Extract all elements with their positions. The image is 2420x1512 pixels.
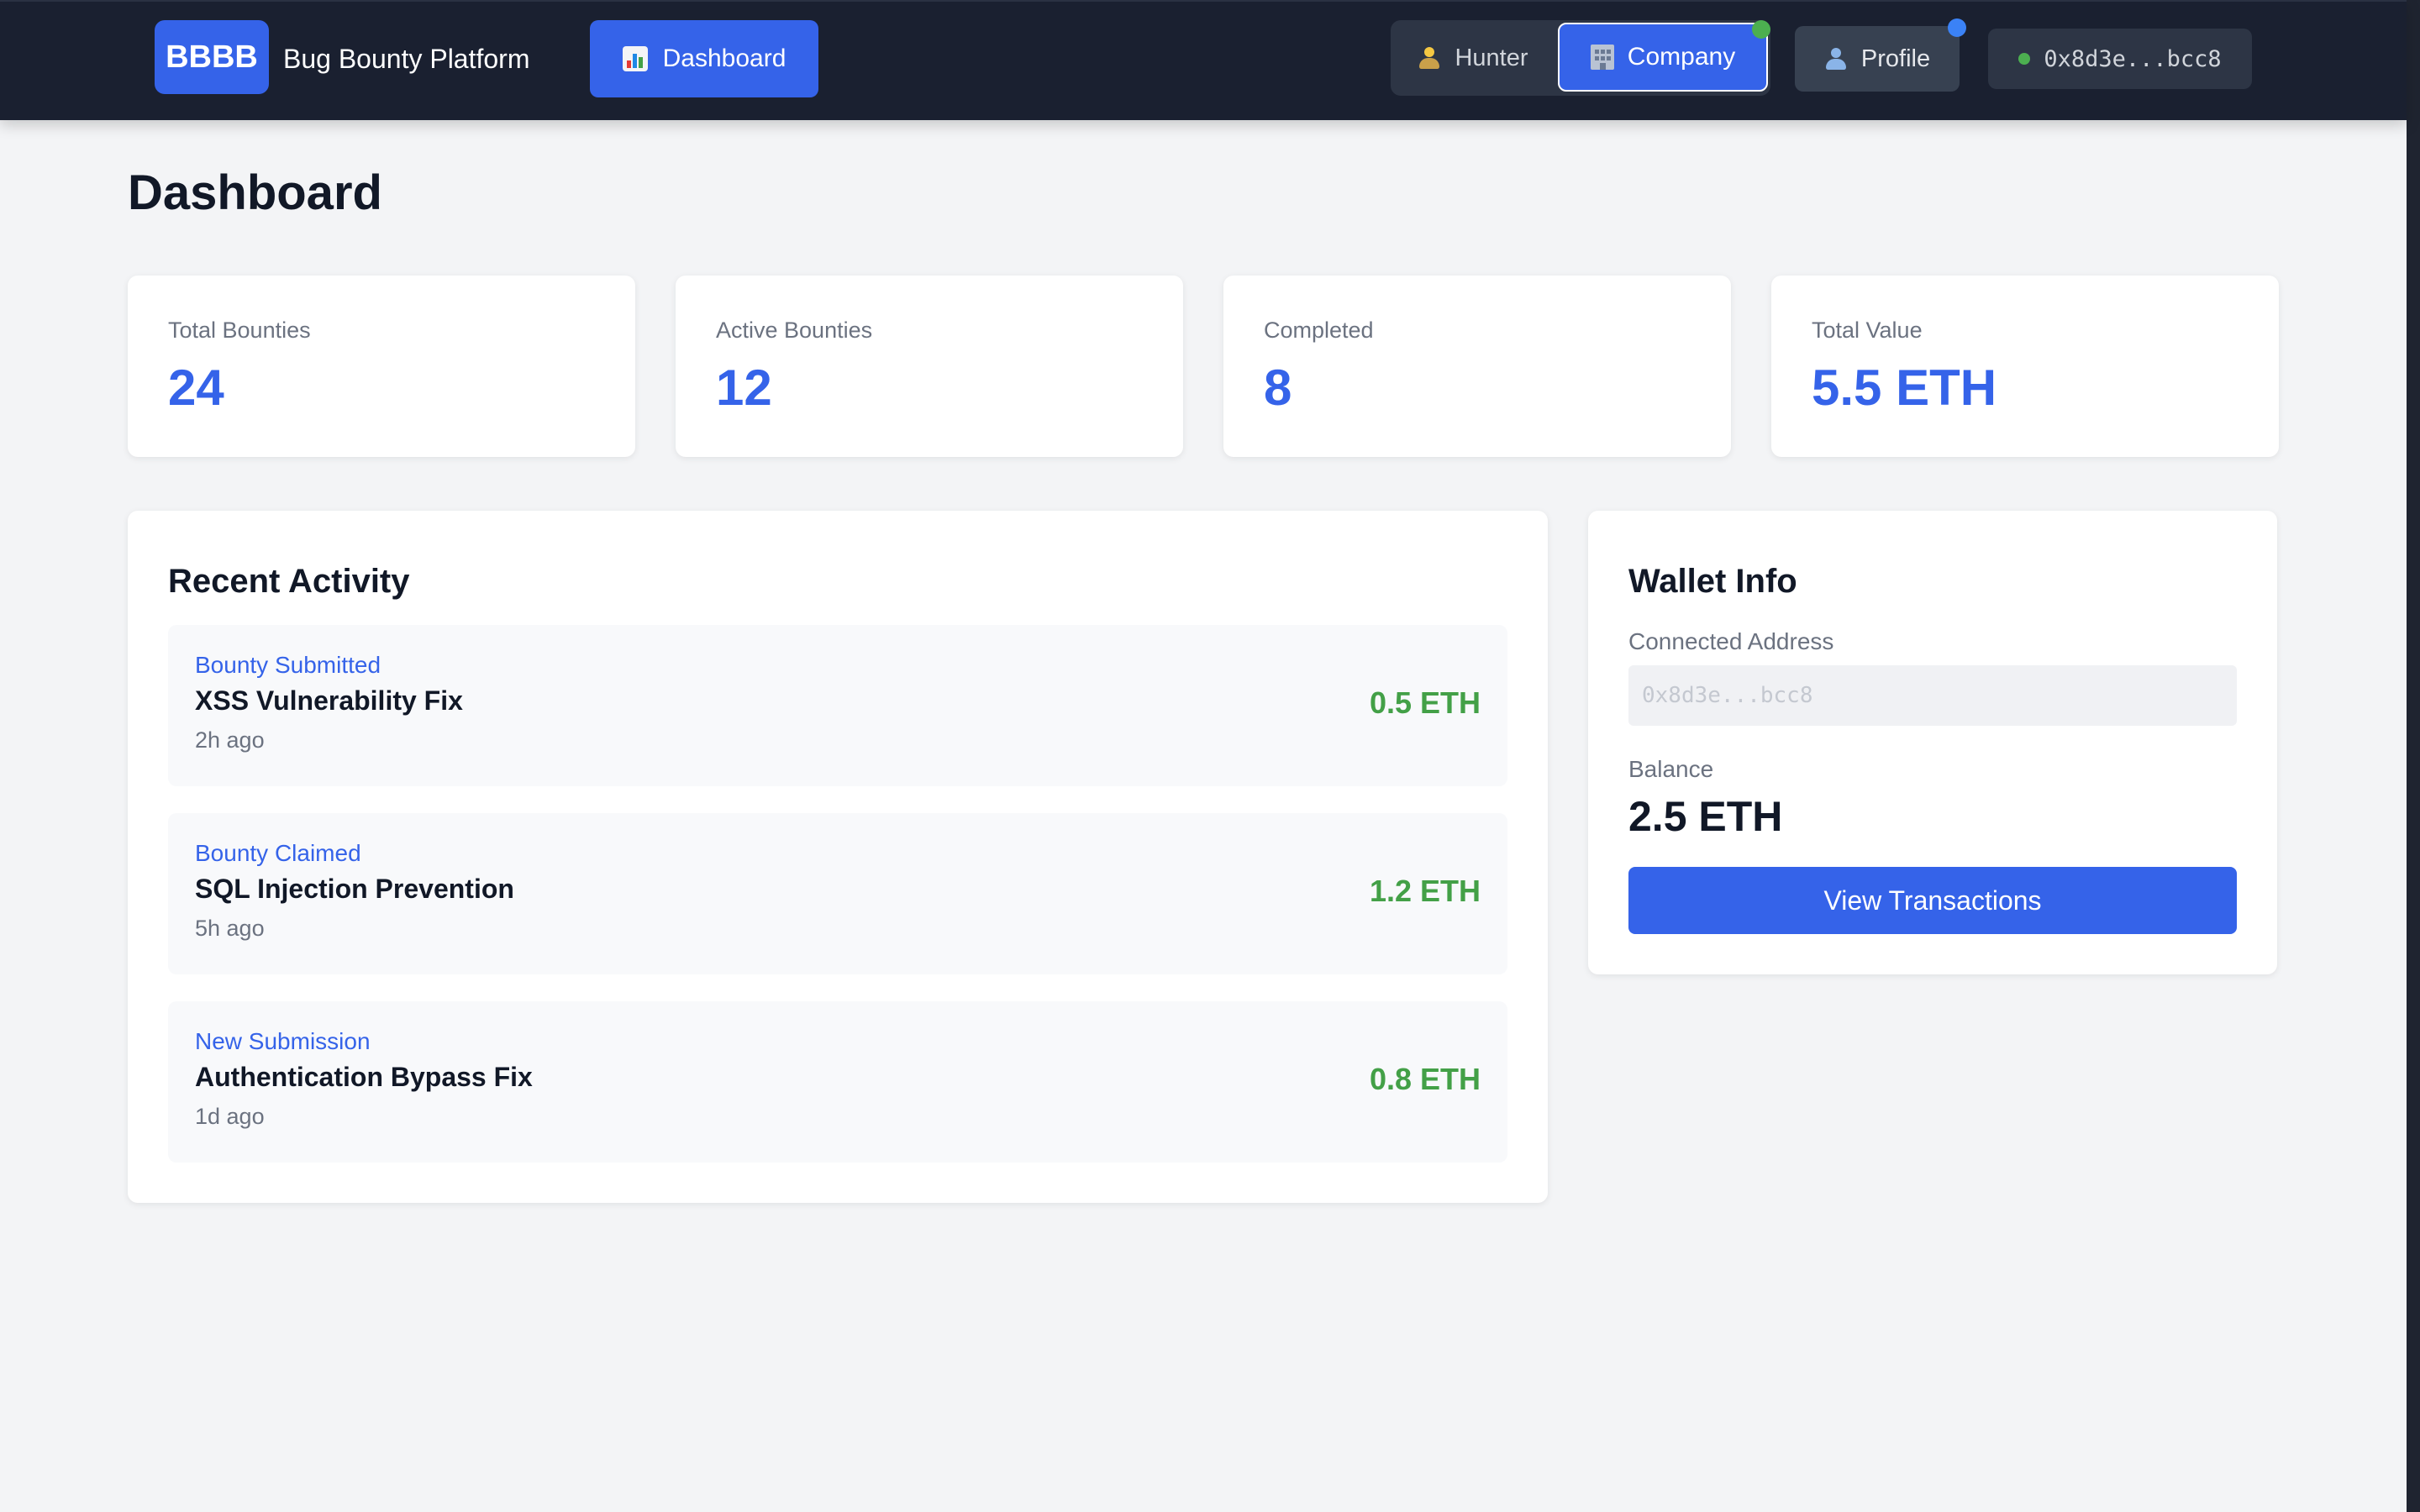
stat-label: Completed — [1264, 318, 1374, 343]
stat-label: Total Bounties — [168, 318, 311, 343]
activity-time: 2h ago — [195, 727, 265, 753]
role-hunter-label: Hunter — [1455, 44, 1528, 71]
activity-title: Authentication Bypass Fix — [195, 1062, 533, 1092]
activity-type: New Submission — [195, 1028, 371, 1054]
company-status-dot — [1752, 20, 1770, 39]
wallet-button[interactable]: 0x8d3e...bcc8 — [1988, 29, 2252, 89]
activity-type: Bounty Submitted — [195, 652, 381, 678]
stat-label: Active Bounties — [716, 318, 873, 343]
activity-time: 5h ago — [195, 916, 265, 941]
connected-address-label: Connected Address — [1628, 628, 1834, 654]
recent-activity-title: Recent Activity — [168, 563, 410, 600]
stat-card-completed: Completed 8 — [1223, 276, 1731, 457]
activity-title: XSS Vulnerability Fix — [195, 685, 463, 716]
window-edge — [2407, 0, 2420, 1512]
activity-amount: 0.5 ETH — [1369, 685, 1481, 720]
view-transactions-button[interactable]: View Transactions — [1628, 867, 2237, 934]
activity-amount: 0.8 ETH — [1369, 1062, 1481, 1096]
nav-dashboard-button[interactable]: Dashboard — [590, 20, 818, 97]
activity-item[interactable]: Bounty Claimed SQL Injection Prevention … — [168, 813, 1507, 974]
stat-label: Total Value — [1812, 318, 1923, 343]
app-name[interactable]: Bug Bounty Platform — [283, 39, 529, 79]
activity-title: SQL Injection Prevention — [195, 874, 514, 904]
balance-label: Balance — [1628, 756, 1714, 782]
stat-value: 24 — [168, 360, 224, 416]
connected-dot-icon — [2018, 53, 2031, 65]
stat-card-total-value: Total Value 5.5 ETH — [1771, 276, 2279, 457]
balance-value: 2.5 ETH — [1628, 793, 1783, 840]
wallet-short-address: 0x8d3e...bcc8 — [2044, 45, 2222, 72]
activity-amount: 1.2 ETH — [1369, 874, 1481, 908]
activity-time: 1d ago — [195, 1104, 265, 1129]
detective-icon — [1418, 45, 1441, 71]
stat-value: 12 — [716, 360, 772, 416]
page-title: Dashboard — [128, 165, 382, 220]
profile-notification-dot — [1948, 18, 1966, 37]
user-icon — [1824, 46, 1848, 71]
activity-item[interactable]: New Submission Authentication Bypass Fix… — [168, 1001, 1507, 1163]
building-icon — [1590, 45, 1614, 70]
logo-text: BBBB — [166, 39, 258, 75]
wallet-info-panel: Wallet Info Connected Address Balance 2.… — [1588, 511, 2277, 974]
profile-label: Profile — [1860, 45, 1931, 72]
role-company-button[interactable]: Company — [1558, 23, 1768, 92]
activity-item[interactable]: Bounty Submitted XSS Vulnerability Fix 2… — [168, 625, 1507, 786]
recent-activity-panel: Recent Activity Bounty Submitted XSS Vul… — [128, 511, 1548, 1203]
stat-value: 8 — [1264, 360, 1292, 416]
wallet-info-title: Wallet Info — [1628, 563, 1797, 600]
role-toggle: Hunter Company — [1391, 20, 1770, 96]
connected-address-field[interactable] — [1628, 665, 2237, 726]
top-navbar: BBBB Bug Bounty Platform Dashboard Hunte… — [0, 0, 2407, 120]
nav-dashboard-label: Dashboard — [662, 45, 786, 72]
stat-value: 5.5 ETH — [1812, 360, 1997, 416]
bar-chart-icon — [622, 46, 648, 71]
app-logo[interactable]: BBBB — [155, 20, 269, 94]
stat-card-active-bounties: Active Bounties 12 — [676, 276, 1183, 457]
profile-button[interactable]: Profile — [1795, 26, 1960, 92]
activity-type: Bounty Claimed — [195, 840, 361, 866]
stat-card-total-bounties: Total Bounties 24 — [128, 276, 635, 457]
role-hunter-button[interactable]: Hunter — [1391, 20, 1555, 96]
role-company-label: Company — [1627, 43, 1736, 71]
